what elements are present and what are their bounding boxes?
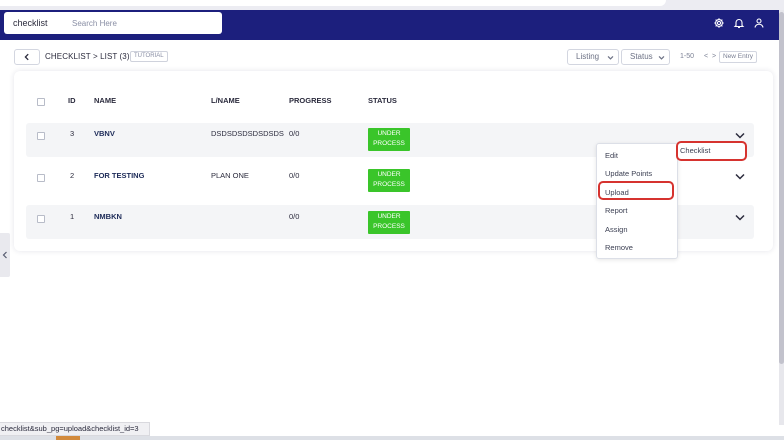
chevron-down-icon[interactable] — [735, 214, 745, 222]
checklist-flyout-item[interactable]: Checklist — [676, 141, 747, 161]
row-id: 3 — [70, 129, 75, 138]
chevron-down-icon — [607, 56, 614, 60]
row-progress: 0/0 — [289, 212, 300, 221]
row-name[interactable]: VBNV — [94, 129, 115, 138]
status-badge-line1: UNDER — [377, 130, 401, 137]
status-select[interactable]: Status — [621, 49, 670, 65]
row-name[interactable]: FOR TESTING — [94, 171, 144, 180]
status-badge: UNDER PROCESS — [368, 211, 410, 234]
row-progress: 0/0 — [289, 129, 300, 138]
menu-item-assign[interactable]: Assign — [605, 225, 628, 234]
menu-item-update-points[interactable]: Update Points — [605, 169, 652, 178]
row-name[interactable]: NMBKN — [94, 212, 122, 221]
row-lname: DSDSDSDSDSDSDS — [211, 129, 284, 138]
row-id: 2 — [70, 171, 75, 180]
status-select-label: Status — [630, 52, 653, 61]
status-badge-line1: UNDER — [377, 171, 401, 178]
listing-select[interactable]: Listing — [567, 49, 619, 65]
row-lname: PLAN ONE — [211, 171, 249, 180]
navbar-icons — [713, 17, 765, 29]
chevron-down-icon[interactable] — [735, 132, 745, 140]
column-header-lname[interactable]: L/NAME — [211, 96, 240, 105]
upload-highlight-outline — [598, 181, 674, 200]
column-header-progress[interactable]: PROGRESS — [289, 96, 332, 105]
tutorial-tag[interactable]: TUTORIAL — [130, 51, 168, 62]
app-title[interactable]: checklist — [4, 12, 62, 34]
row-checkbox[interactable] — [37, 132, 45, 140]
listing-select-label: Listing — [576, 52, 600, 61]
chevron-left-icon — [2, 251, 7, 259]
row-progress: 0/0 — [289, 171, 300, 180]
status-badge-line2: PROCESS — [373, 223, 405, 230]
chevron-left-icon — [24, 53, 29, 61]
chevron-down-icon — [658, 56, 665, 60]
status-badge-line2: PROCESS — [373, 181, 405, 188]
row-action-menu: Edit Update Points Upload Report Assign … — [596, 143, 678, 259]
row-checkbox[interactable] — [37, 215, 45, 223]
column-header-id[interactable]: ID — [68, 96, 76, 105]
select-all-checkbox[interactable] — [37, 98, 45, 106]
pager-arrows[interactable]: < > — [704, 53, 717, 60]
top-navbar: checklist — [0, 10, 779, 40]
browser-top-strip — [0, 0, 784, 10]
new-entry-button[interactable]: New Entry — [719, 51, 757, 63]
user-icon[interactable] — [753, 17, 765, 29]
row-checkbox[interactable] — [37, 174, 45, 182]
row-id: 1 — [70, 212, 75, 221]
breadcrumb: CHECKLIST > LIST (3) — [45, 52, 130, 61]
status-badge: UNDER PROCESS — [368, 169, 410, 192]
settings-gear-icon[interactable] — [713, 17, 725, 29]
taskbar-app-icon[interactable] — [56, 436, 80, 440]
browser-tab-edge — [0, 0, 666, 6]
column-header-status[interactable]: STATUS — [368, 96, 397, 105]
menu-item-remove[interactable]: Remove — [605, 243, 633, 252]
browser-status-url: checklist&sub_pg=upload&checklist_id=3 — [0, 422, 150, 436]
menu-item-report[interactable]: Report — [605, 206, 628, 215]
page-scrollbar[interactable] — [779, 10, 784, 425]
collapse-sidebar-tab[interactable] — [0, 233, 10, 277]
menu-item-edit[interactable]: Edit — [605, 151, 618, 160]
bell-icon[interactable] — [733, 17, 745, 29]
status-badge: UNDER PROCESS — [368, 128, 410, 151]
taskbar-strip — [0, 436, 784, 440]
column-header-name[interactable]: NAME — [94, 96, 116, 105]
breadcrumb-row: CHECKLIST > LIST (3) TUTORIAL Listing St… — [14, 49, 774, 65]
search-input[interactable] — [62, 12, 222, 34]
status-badge-line1: UNDER — [377, 213, 401, 220]
scrollbar-thumb[interactable] — [779, 12, 784, 364]
pager-range: 1-50 — [680, 53, 695, 60]
status-badge-line2: PROCESS — [373, 140, 405, 147]
chevron-down-icon[interactable] — [735, 173, 745, 181]
back-button[interactable] — [14, 49, 40, 65]
